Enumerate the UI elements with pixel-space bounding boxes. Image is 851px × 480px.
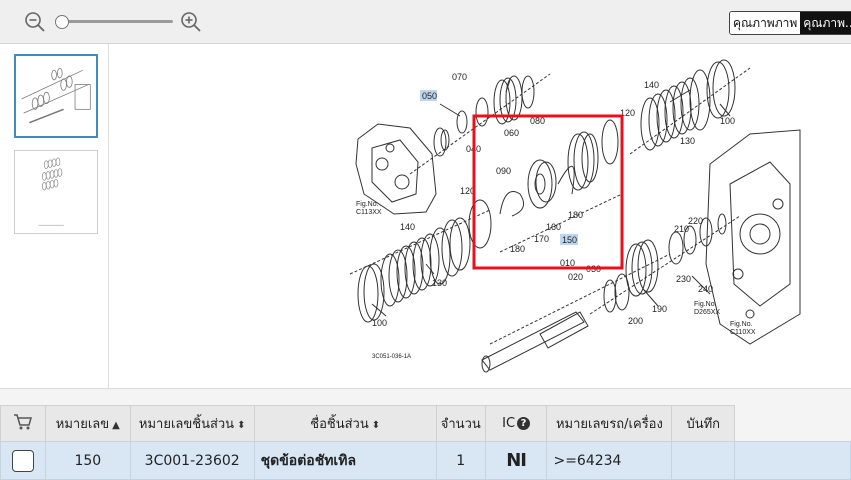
svg-text:D265XX: D265XX bbox=[694, 309, 720, 316]
svg-text:C110XX: C110XX bbox=[730, 329, 756, 336]
thumbnail-panel bbox=[0, 44, 109, 388]
exploded-parts-diagram: 050 070 060 080 040 140 120 100 090 160 … bbox=[349, 59, 801, 373]
diagram-label-180-b[interactable]: 180 bbox=[510, 244, 525, 254]
header-filler bbox=[734, 405, 851, 442]
diagram-label-130-b[interactable]: 130 bbox=[432, 278, 447, 288]
cart-icon bbox=[13, 413, 32, 429]
drawing-code: 3C051-036-1A bbox=[372, 354, 411, 360]
table-header-row: หมายเลข ▲ หมายเลขชิ้นส่วน ⬍ ชื่อชิ้นส่วน ⬍ … bbox=[0, 405, 851, 442]
row-checkbox[interactable] bbox=[11, 449, 34, 472]
part-no-header[interactable]: หมายเลขชิ้นส่วน ⬍ bbox=[129, 405, 255, 442]
viewer-toolbar: คุณภาพภาพ คุณภาพ... bbox=[0, 0, 851, 44]
diagram-label-050[interactable]: 050 bbox=[422, 91, 437, 101]
parts-table: หมายเลข ▲ หมายเลขชิ้นส่วน ⬍ ชื่อชิ้นส่วน ⬍ … bbox=[0, 405, 851, 480]
cart-column-header bbox=[0, 405, 46, 442]
diagram-label-100[interactable]: 100 bbox=[720, 116, 735, 126]
row-filler bbox=[734, 441, 851, 480]
svg-text:C113XX: C113XX bbox=[356, 209, 382, 216]
diagram-label-060[interactable]: 060 bbox=[504, 128, 519, 138]
qty-header: จำนวน bbox=[435, 405, 486, 442]
zoom-out-icon[interactable] bbox=[24, 11, 46, 33]
diagram-label-070[interactable]: 070 bbox=[452, 72, 467, 82]
diagram-label-220[interactable]: 220 bbox=[688, 216, 703, 226]
qty-cell: 1 bbox=[435, 441, 486, 480]
zoom-slider-track bbox=[61, 20, 173, 23]
note-header: บันทึก bbox=[671, 405, 736, 442]
quality-high-button[interactable]: คุณภาพ... bbox=[800, 12, 851, 34]
zoom-in-icon[interactable] bbox=[180, 11, 202, 33]
parts-table-area: หมายเลข ▲ หมายเลขชิ้นส่วน ⬍ ชื่อชิ้นส่วน ⬍ … bbox=[0, 388, 851, 480]
fig-label-c110[interactable]: Fig.No. bbox=[730, 321, 753, 328]
diagram-label-160[interactable]: 160 bbox=[546, 222, 561, 232]
diagram-label-190[interactable]: 190 bbox=[652, 304, 667, 314]
diagram-label-140[interactable]: 140 bbox=[644, 80, 659, 90]
sort-asc-icon: ▲ bbox=[112, 420, 120, 431]
diagram-label-100-b[interactable]: 100 bbox=[372, 318, 387, 328]
ic-cell: NI bbox=[484, 441, 548, 480]
fig-label-c113[interactable]: Fig.No. bbox=[356, 201, 379, 208]
zoom-slider[interactable] bbox=[55, 15, 173, 29]
thumbnail-2[interactable] bbox=[14, 150, 98, 234]
diagram-label-200[interactable]: 200 bbox=[628, 316, 643, 326]
diagram-label-240[interactable]: 240 bbox=[698, 284, 713, 294]
table-row[interactable]: 150 3C001-23602 ชุดข้อต่อชัทเทิล 1 NI >=… bbox=[0, 441, 851, 480]
diagram-label-210[interactable]: 210 bbox=[674, 224, 689, 234]
ic-header: IC? bbox=[484, 405, 548, 442]
note-cell bbox=[671, 441, 736, 480]
sort-icon: ⬍ bbox=[371, 420, 381, 431]
diagram-label-230[interactable]: 230 bbox=[676, 274, 691, 284]
part-name-cell: ชุดข้อต่อชัทเทิล bbox=[253, 441, 437, 480]
zoom-slider-knob[interactable] bbox=[55, 15, 69, 29]
diagram-label-180[interactable]: 180 bbox=[568, 210, 583, 220]
fig-label-d265[interactable]: Fig.No. bbox=[694, 301, 717, 308]
ref-no-cell: 150 bbox=[44, 441, 131, 480]
thumbnail-1[interactable] bbox=[14, 54, 98, 138]
diagram-label-130[interactable]: 130 bbox=[680, 136, 695, 146]
help-icon[interactable]: ? bbox=[517, 417, 531, 430]
part-name-header[interactable]: ชื่อชิ้นส่วน ⬍ bbox=[253, 405, 437, 442]
quality-normal-button[interactable]: คุณภาพภาพ bbox=[730, 12, 801, 34]
diagram-label-090[interactable]: 090 bbox=[496, 166, 511, 176]
part-no-cell: 3C001-23602 bbox=[129, 441, 255, 480]
ref-no-header[interactable]: หมายเลข ▲ bbox=[44, 405, 131, 442]
diagram-label-020[interactable]: 020 bbox=[568, 272, 583, 282]
diagram-label-140-b[interactable]: 140 bbox=[400, 222, 415, 232]
image-quality-toggle: คุณภาพภาพ คุณภาพ... bbox=[729, 11, 851, 35]
sort-icon: ⬍ bbox=[237, 420, 246, 431]
serial-cell: >=64234 bbox=[546, 441, 673, 480]
serial-header: หมายเลขรถ/เครื่อง bbox=[546, 405, 673, 442]
selected-part-highlight bbox=[472, 114, 624, 270]
diagram-label-150[interactable]: 150 bbox=[562, 235, 577, 245]
row-checkbox-cell bbox=[0, 441, 46, 480]
diagram-label-170[interactable]: 170 bbox=[534, 234, 549, 244]
parts-diagram-viewer[interactable]: 050 070 060 080 040 140 120 100 090 160 … bbox=[110, 44, 851, 388]
